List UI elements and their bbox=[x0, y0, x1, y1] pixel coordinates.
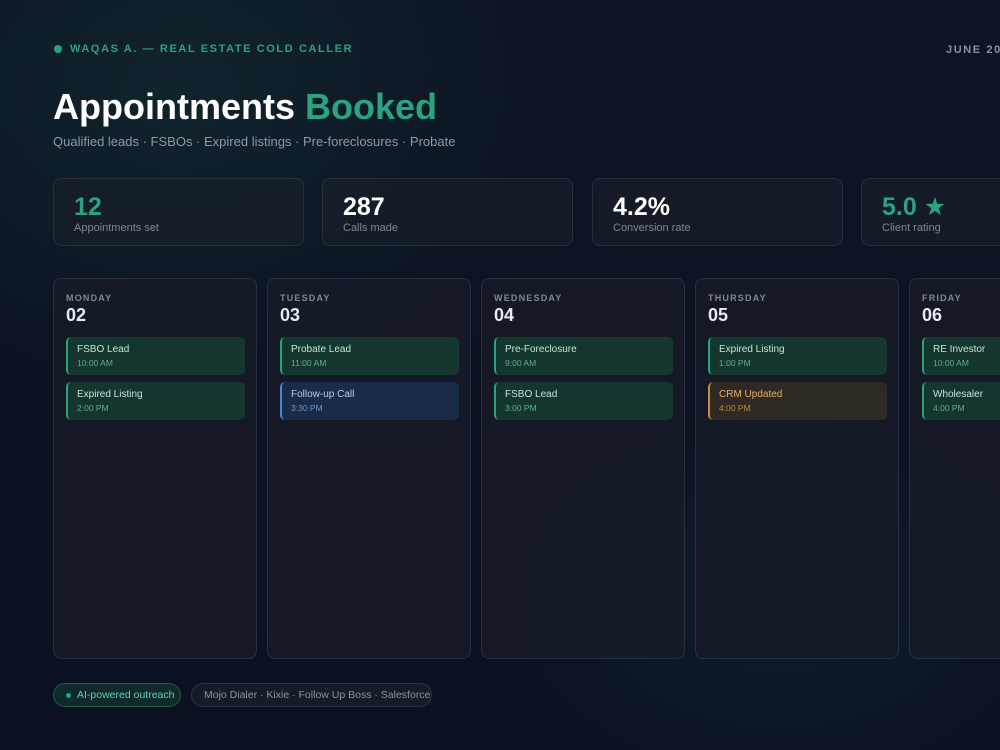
day-name: THURSDAY bbox=[708, 293, 767, 303]
stat-label: Client rating bbox=[882, 222, 941, 234]
appointment-time: 3:00 PM bbox=[505, 403, 537, 413]
brand-label: WAQAS A. — REAL ESTATE COLD CALLER bbox=[70, 43, 354, 55]
badge-dot-icon bbox=[66, 692, 71, 698]
page-title: Appointments Booked bbox=[53, 86, 437, 128]
stat-card-appointments: 12 Appointments set bbox=[53, 178, 304, 246]
stat-label: Calls made bbox=[343, 222, 399, 234]
title-main: Appointments bbox=[53, 86, 295, 127]
appointment-card[interactable]: Follow-up Call 3:30 PM bbox=[280, 382, 459, 420]
appointment-card[interactable]: Pre-Foreclosure 9:00 AM bbox=[494, 337, 673, 375]
day-number: 05 bbox=[708, 305, 729, 325]
day-number: 04 bbox=[494, 305, 515, 325]
status-dot-icon bbox=[54, 45, 62, 53]
appointment-card[interactable]: Expired Listing 1:00 PM bbox=[708, 337, 887, 375]
day-name: WEDNESDAY bbox=[494, 293, 563, 303]
ai-outreach-badge: AI-powered outreach bbox=[53, 683, 181, 707]
appointment-time: 11:00 AM bbox=[291, 358, 327, 368]
ai-outreach-label: AI-powered outreach bbox=[77, 689, 175, 701]
stat-card-conversion: 4.2% Conversion rate bbox=[592, 178, 843, 246]
appointment-time: 10:00 AM bbox=[933, 358, 969, 368]
tools-badge: Mojo Dialer · Kixie · Follow Up Boss · S… bbox=[191, 683, 432, 707]
appointment-title: Wholesaler bbox=[933, 389, 984, 400]
day-column-thursday: THURSDAY 05 Expired Listing 1:00 PM CRM … bbox=[695, 278, 899, 659]
appointment-title: CRM Updated bbox=[719, 389, 783, 400]
day-column-monday: MONDAY 02 FSBO Lead 10:00 AM Expired Lis… bbox=[53, 278, 257, 659]
appointment-title: Pre-Foreclosure bbox=[505, 344, 577, 355]
top-bar: WAQAS A. — REAL ESTATE COLD CALLER bbox=[54, 43, 353, 55]
appointment-card[interactable]: FSBO Lead 3:00 PM bbox=[494, 382, 673, 420]
appointment-time: 2:00 PM bbox=[77, 403, 109, 413]
day-number: 03 bbox=[280, 305, 301, 325]
stat-card-rating: 5.0 ★ Client rating bbox=[861, 178, 1000, 246]
tools-label: Mojo Dialer · Kixie · Follow Up Boss · S… bbox=[204, 689, 431, 701]
day-name: TUESDAY bbox=[280, 293, 331, 303]
page: WAQAS A. — REAL ESTATE COLD CALLER JUNE … bbox=[0, 0, 1000, 750]
day-column-tuesday: TUESDAY 03 Probate Lead 11:00 AM Follow-… bbox=[267, 278, 471, 659]
appointment-time: 4:00 PM bbox=[933, 403, 965, 413]
stat-value: 4.2% bbox=[613, 193, 670, 221]
appointment-title: RE Investor bbox=[933, 344, 986, 355]
appointment-card[interactable]: Expired Listing 2:00 PM bbox=[66, 382, 245, 420]
appointment-card[interactable]: Wholesaler 4:00 PM bbox=[922, 382, 1000, 420]
appointment-title: Expired Listing bbox=[77, 389, 143, 400]
day-column-friday: FRIDAY 06 RE Investor 10:00 AM Wholesale… bbox=[909, 278, 1000, 659]
page-subtitle: Qualified leads · FSBOs · Expired listin… bbox=[53, 134, 456, 149]
stat-value: 5.0 ★ bbox=[882, 193, 947, 221]
appointment-time: 4:00 PM bbox=[719, 403, 751, 413]
title-accent: Booked bbox=[305, 86, 438, 127]
stat-value: 287 bbox=[343, 193, 385, 221]
appointment-title: Expired Listing bbox=[719, 344, 785, 355]
appointment-card[interactable]: RE Investor 10:00 AM bbox=[922, 337, 1000, 375]
appointment-card[interactable]: FSBO Lead 10:00 AM bbox=[66, 337, 245, 375]
appointment-time: 3:30 PM bbox=[291, 403, 323, 413]
appointment-time: 9:00 AM bbox=[505, 358, 537, 368]
appointment-time: 10:00 AM bbox=[77, 358, 113, 368]
appointment-title: Probate Lead bbox=[291, 344, 352, 355]
day-column-wednesday: WEDNESDAY 04 Pre-Foreclosure 9:00 AM FSB… bbox=[481, 278, 685, 659]
appointment-title: FSBO Lead bbox=[505, 389, 558, 400]
day-number: 02 bbox=[66, 305, 87, 325]
appointment-title: Follow-up Call bbox=[291, 389, 355, 400]
day-name: FRIDAY bbox=[922, 293, 962, 303]
day-number: 06 bbox=[922, 305, 943, 325]
appointment-card[interactable]: CRM Updated 4:00 PM bbox=[708, 382, 887, 420]
stat-label: Appointments set bbox=[74, 222, 159, 234]
stat-label: Conversion rate bbox=[613, 222, 691, 234]
appointment-title: FSBO Lead bbox=[77, 344, 130, 355]
appointment-time: 1:00 PM bbox=[719, 358, 751, 368]
date-label: JUNE 20 bbox=[946, 44, 1000, 56]
stat-value: 12 bbox=[74, 193, 102, 221]
appointment-card[interactable]: Probate Lead 11:00 AM bbox=[280, 337, 459, 375]
stat-card-calls: 287 Calls made bbox=[322, 178, 573, 246]
day-name: MONDAY bbox=[66, 293, 113, 303]
